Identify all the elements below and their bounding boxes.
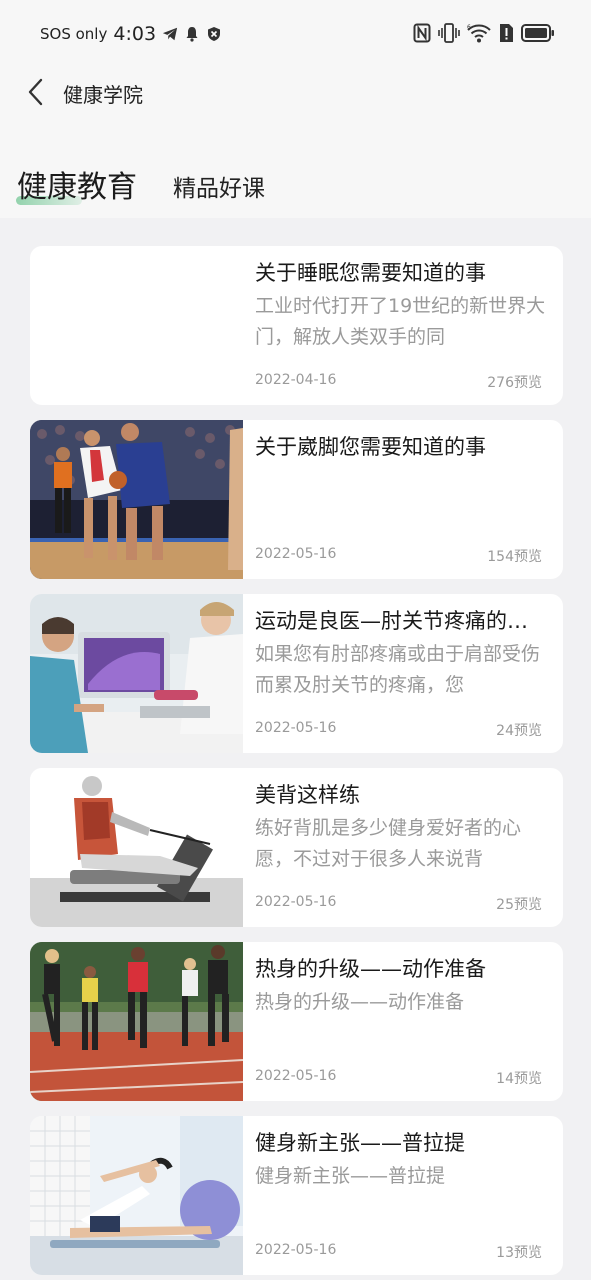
article-desc: 如果您有肘部疼痛或由于肩部受伤而累及肘关节的疼痛，您 <box>255 643 541 696</box>
tab-bar: 健康教育 精品好课 <box>0 150 591 210</box>
tab-health-education[interactable]: 健康教育 <box>17 162 137 206</box>
article-views: 154预览 <box>487 549 542 565</box>
article-views: 13预览 <box>496 1245 542 1261</box>
bell-icon <box>186 27 198 42</box>
article-card[interactable]: 关于崴脚您需要知道的事 2022-05-16 154预览 <box>30 420 563 579</box>
article-card[interactable]: 热身的升级——动作准备 热身的升级——动作准备 2022-05-16 14预览 <box>30 942 563 1101</box>
article-desc: 热身的升级——动作准备 <box>255 991 465 1013</box>
status-right: 6 <box>413 20 555 46</box>
article-desc: 工业时代打开了19世纪的新世界大门，解放人类双手的同 <box>255 295 546 348</box>
article-thumbnail-back-workout <box>30 768 243 927</box>
wifi-icon: 6 <box>467 24 491 43</box>
page-title: 健康学院 <box>63 83 143 107</box>
article-card[interactable]: 美背这样练 练好背肌是多少健身爱好者的心愿，不过对于很多人来说背 2022-05… <box>30 768 563 927</box>
chevron-left-icon <box>28 78 43 106</box>
article-thumbnail-warmup <box>30 942 243 1101</box>
article-thumbnail-doctor <box>30 594 243 753</box>
article-desc: 练好背肌是多少健身爱好者的心愿，不过对于很多人来说背 <box>255 817 522 870</box>
article-date: 2022-04-16 <box>255 372 337 388</box>
app-bar: 健康学院 <box>0 66 591 120</box>
article-views: 276预览 <box>487 375 542 391</box>
back-button[interactable] <box>18 74 54 110</box>
vibrate-icon <box>438 23 460 43</box>
article-date: 2022-05-16 <box>255 720 337 736</box>
article-card[interactable]: 关于睡眠您需要知道的事 工业时代打开了19世纪的新世界大门，解放人类双手的同 2… <box>30 246 563 405</box>
svg-text:6: 6 <box>467 24 471 31</box>
carrier-label: SOS only <box>40 25 108 43</box>
article-title: 运动是良医—肘关节疼痛的… <box>255 609 528 633</box>
sim-alert-icon <box>500 24 513 42</box>
article-title: 热身的升级——动作准备 <box>255 957 486 981</box>
nfc-icon <box>413 23 431 43</box>
telegram-icon <box>162 27 178 41</box>
article-views: 14预览 <box>496 1071 542 1087</box>
article-title: 健身新主张——普拉提 <box>255 1131 465 1155</box>
shield-x-icon <box>208 27 221 41</box>
status-left: SOS only 4:03 <box>40 22 222 46</box>
article-date: 2022-05-16 <box>255 1068 337 1084</box>
article-desc: 健身新主张——普拉提 <box>255 1165 446 1187</box>
article-title: 美背这样练 <box>255 783 360 807</box>
article-views: 24预览 <box>496 723 542 739</box>
article-title: 关于睡眠您需要知道的事 <box>255 261 486 285</box>
tab-premium-courses[interactable]: 精品好课 <box>173 169 265 203</box>
article-date: 2022-05-16 <box>255 1242 337 1258</box>
article-date: 2022-05-16 <box>255 546 337 562</box>
article-title: 关于崴脚您需要知道的事 <box>255 435 486 459</box>
clock: 4:03 <box>113 23 157 45</box>
article-views: 25预览 <box>496 897 542 913</box>
article-card[interactable]: 运动是良医—肘关节疼痛的… 如果您有肘部疼痛或由于肩部受伤而累及肘关节的疼痛，您… <box>30 594 563 753</box>
status-bar: SOS only 4:03 6 <box>0 0 591 66</box>
article-thumbnail-empty <box>30 246 243 405</box>
battery-icon <box>521 24 554 42</box>
article-desc <box>255 465 551 527</box>
article-thumbnail-pilates <box>30 1116 243 1275</box>
article-date: 2022-05-16 <box>255 894 337 910</box>
article-card[interactable]: 健身新主张——普拉提 健身新主张——普拉提 2022-05-16 13预览 <box>30 1116 563 1275</box>
article-thumbnail-basketball <box>30 420 243 579</box>
